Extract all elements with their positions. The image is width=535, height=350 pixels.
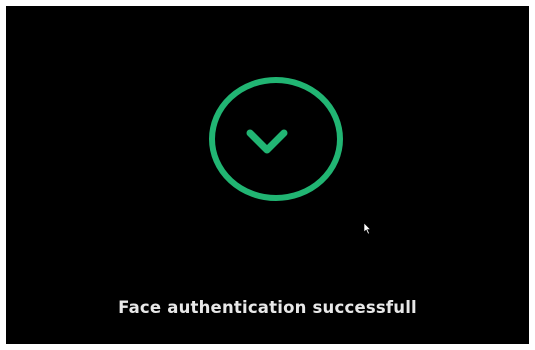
checkmark-circle-icon xyxy=(209,77,343,201)
mouse-pointer-icon xyxy=(364,223,372,235)
checkmark-chevron xyxy=(246,129,288,154)
auth-screen: Face authentication successfull xyxy=(6,6,529,344)
status-message: Face authentication successfull xyxy=(118,298,417,317)
